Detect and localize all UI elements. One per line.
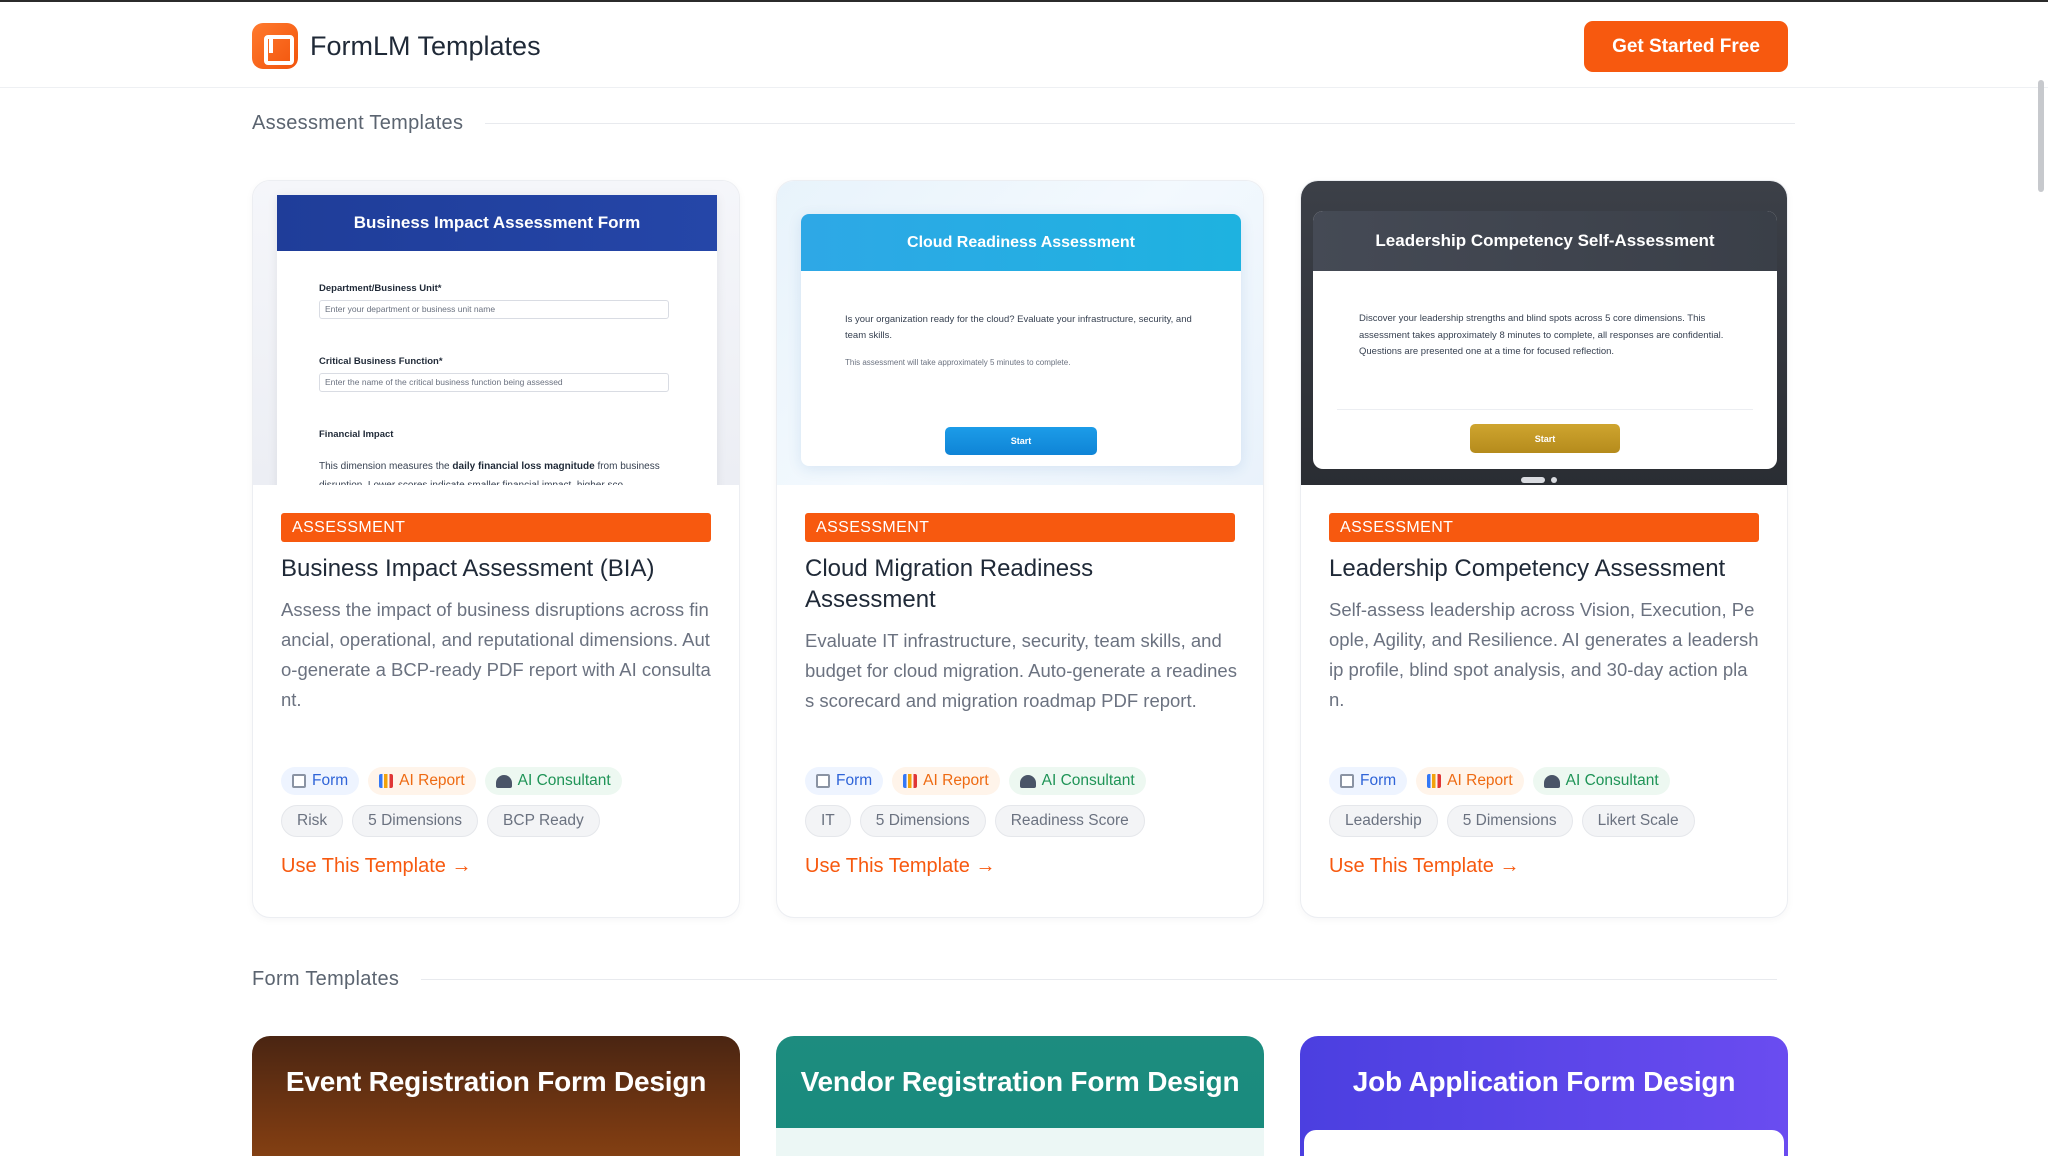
assessment-section-heading: Assessment Templates — [252, 112, 1796, 135]
robot-icon — [1019, 774, 1036, 788]
topic-tag: Leadership — [1329, 805, 1438, 837]
carousel-dot-active — [1521, 477, 1545, 483]
card-description: Evaluate IT infrastructure, security, te… — [805, 630, 1237, 711]
topic-tag: 5 Dimensions — [352, 805, 479, 837]
card-title: Cloud Migration Readiness Assessment — [805, 555, 1094, 613]
form-template-card-job[interactable]: Job Application Form Design — [1300, 1036, 1788, 1156]
card-title: Leadership Competency Assessment — [1329, 555, 1726, 582]
feature-chip-ai-report: AI Report — [1416, 767, 1524, 795]
form-icon — [816, 774, 830, 788]
feature-chips: Form AI Report AI Consultant — [1329, 767, 1670, 795]
form-section-heading: Form Templates — [252, 968, 1778, 991]
form-icon — [1340, 774, 1354, 788]
category-tag: ASSESSMENT — [805, 513, 1235, 542]
feature-chip-ai-consultant: AI Consultant — [1008, 767, 1146, 795]
feature-chip-form: Form — [805, 767, 884, 795]
card-preview: Business Impact Assessment Form Departme… — [253, 181, 739, 485]
form-template-card-vendor[interactable]: Vendor Registration Form Design — [776, 1036, 1264, 1156]
preview-duration-note: This assessment will take approximately … — [845, 358, 1071, 367]
feature-chip-ai-report: AI Report — [892, 767, 1000, 795]
preview-divider — [1337, 409, 1753, 410]
formlm-logo-icon — [252, 23, 298, 69]
form-template-card-event[interactable]: Event Registration Form Design — [252, 1036, 740, 1156]
section-title: Form Templates — [252, 968, 400, 990]
page-scrollbar[interactable] — [2038, 80, 2044, 192]
card-description: Assess the impact of business disruption… — [281, 599, 711, 710]
preview-form-frame: Business Impact Assessment Form Departme… — [277, 195, 717, 485]
form-template-title: Vendor Registration Form Design — [800, 1066, 1240, 1097]
use-template-link[interactable]: Use This Template → — [1329, 855, 1519, 878]
preview-intro-text: Is your organization ready for the cloud… — [845, 314, 1192, 341]
section-divider — [421, 979, 1778, 980]
topic-tag: Readiness Score — [994, 805, 1145, 837]
preview-field-label: Department/Business Unit* — [319, 283, 442, 294]
template-card-leadership[interactable]: Leadership Competency Self-Assessment Di… — [1300, 180, 1788, 918]
topic-tags: Leadership 5 Dimensions Likert Scale — [1329, 805, 1695, 837]
preview-start-button: Start — [1470, 424, 1620, 453]
template-card-bia[interactable]: Business Impact Assessment Form Departme… — [252, 180, 740, 918]
feature-chip-form: Form — [281, 767, 360, 795]
bar-chart-icon — [903, 774, 918, 788]
preview-form-frame: Cloud Readiness Assessment Is your organ… — [801, 214, 1241, 466]
topic-tag: Risk — [281, 805, 344, 837]
topic-tag: Likert Scale — [1581, 805, 1695, 837]
preview-header: Leadership Competency Self-Assessment — [1313, 211, 1777, 271]
section-divider — [485, 123, 1796, 124]
card-preview: Leadership Competency Self-Assessment Di… — [1301, 181, 1787, 485]
topic-tag: BCP Ready — [487, 805, 600, 837]
topic-tag: IT — [805, 805, 851, 837]
preview-paragraph: This dimension measures the daily financ… — [319, 461, 660, 485]
robot-icon — [1543, 774, 1560, 788]
brand-name: FormLM Templates — [310, 30, 541, 61]
preview-section-label: Financial Impact — [319, 429, 394, 440]
card-description: Self-assess leadership across Vision, Ex… — [1329, 599, 1759, 710]
preview-start-button: Start — [945, 427, 1097, 455]
feature-chips: Form AI Report AI Consultant — [805, 767, 1146, 795]
card-preview: Cloud Readiness Assessment Is your organ… — [777, 181, 1263, 485]
feature-chips: Form AI Report AI Consultant — [281, 767, 622, 795]
bar-chart-icon — [379, 774, 394, 788]
use-template-link[interactable]: Use This Template → — [281, 855, 471, 878]
robot-icon — [495, 774, 512, 788]
preview-header: Business Impact Assessment Form — [277, 195, 717, 251]
preview-body — [776, 1128, 1264, 1156]
preview-field-input: Enter your department or business unit n… — [319, 300, 669, 319]
form-template-title: Job Application Form Design — [1352, 1066, 1736, 1097]
form-icon — [292, 774, 306, 788]
preview-intro-text: Discover your leadership strengths and b… — [1359, 313, 1724, 357]
topic-tags: Risk 5 Dimensions BCP Ready — [281, 805, 600, 837]
carousel-dot — [1551, 477, 1557, 483]
get-started-button[interactable]: Get Started Free — [1584, 21, 1788, 72]
card-title: Business Impact Assessment (BIA) — [281, 555, 655, 582]
brand[interactable]: FormLM Templates — [252, 23, 541, 69]
bar-chart-icon — [1427, 774, 1442, 788]
category-tag: ASSESSMENT — [1329, 513, 1759, 542]
preview-form-frame: Leadership Competency Self-Assessment Di… — [1313, 211, 1777, 469]
topic-tag: 5 Dimensions — [859, 805, 986, 837]
feature-chip-ai-report: AI Report — [368, 767, 476, 795]
top-navbar: FormLM Templates Get Started Free — [0, 0, 2048, 88]
preview-field-label: Critical Business Function* — [319, 356, 443, 367]
section-title: Assessment Templates — [252, 112, 464, 134]
topic-tag: 5 Dimensions — [1446, 805, 1573, 837]
feature-chip-ai-consultant: AI Consultant — [484, 767, 622, 795]
form-template-title: Event Registration Form Design — [285, 1066, 707, 1097]
preview-header: Cloud Readiness Assessment — [801, 214, 1241, 271]
feature-chip-form: Form — [1329, 767, 1408, 795]
preview-field-input: Enter the name of the critical business … — [319, 373, 669, 392]
template-card-cloud-migration[interactable]: Cloud Readiness Assessment Is your organ… — [776, 180, 1264, 918]
preview-body — [1304, 1130, 1784, 1156]
use-template-link[interactable]: Use This Template → — [805, 855, 995, 878]
category-tag: ASSESSMENT — [281, 513, 711, 542]
topic-tags: IT 5 Dimensions Readiness Score — [805, 805, 1145, 837]
feature-chip-ai-consultant: AI Consultant — [1532, 767, 1670, 795]
